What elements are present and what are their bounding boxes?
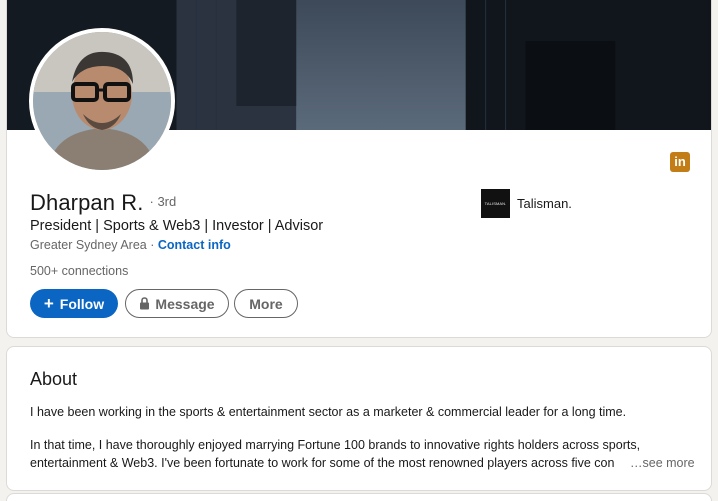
about-card: About I have been working in the sports …: [6, 346, 712, 491]
about-paragraph-2-line-2: entertainment & Web3. I've been fortunat…: [30, 456, 615, 470]
about-title: About: [30, 369, 78, 389]
profile-card: in Dharpan R. · 3rd President | Sports &…: [6, 0, 712, 338]
profile-headline: President | Sports & Web3 | Investor | A…: [30, 218, 324, 234]
about-paragraph-1: I have been working in the sports & ente…: [30, 405, 627, 419]
next-section-card: [6, 493, 712, 501]
current-company[interactable]: TALISMAN. Talisman.: [481, 189, 572, 218]
message-label: Message: [155, 295, 215, 312]
company-name: Talisman.: [517, 196, 572, 211]
profile-location: Greater Sydney Area: [30, 238, 147, 252]
profile-avatar[interactable]: [29, 28, 175, 174]
location-row: Greater Sydney Area · Contact info: [30, 238, 231, 252]
contact-info-link[interactable]: Contact info: [158, 238, 231, 252]
follow-button[interactable]: + Follow: [30, 289, 118, 318]
lock-icon: [140, 297, 150, 310]
more-button[interactable]: More: [234, 289, 298, 318]
connections-count[interactable]: 500+ connections: [30, 264, 128, 278]
profile-name: Dharpan R.: [30, 190, 144, 215]
linkedin-icon[interactable]: in: [670, 152, 690, 172]
see-more-link[interactable]: …see more: [628, 454, 695, 472]
connection-degree: · 3rd: [149, 194, 177, 209]
follow-label: Follow: [59, 295, 105, 312]
location-separator: ·: [146, 238, 158, 252]
name-row: Dharpan R. · 3rd: [30, 190, 176, 216]
plus-icon: +: [43, 294, 54, 313]
message-button[interactable]: Message: [125, 289, 229, 318]
company-logo: TALISMAN.: [481, 189, 510, 218]
more-label: More: [249, 295, 283, 312]
about-paragraph-2-line-1: In that time, I have thoroughly enjoyed …: [30, 438, 641, 452]
